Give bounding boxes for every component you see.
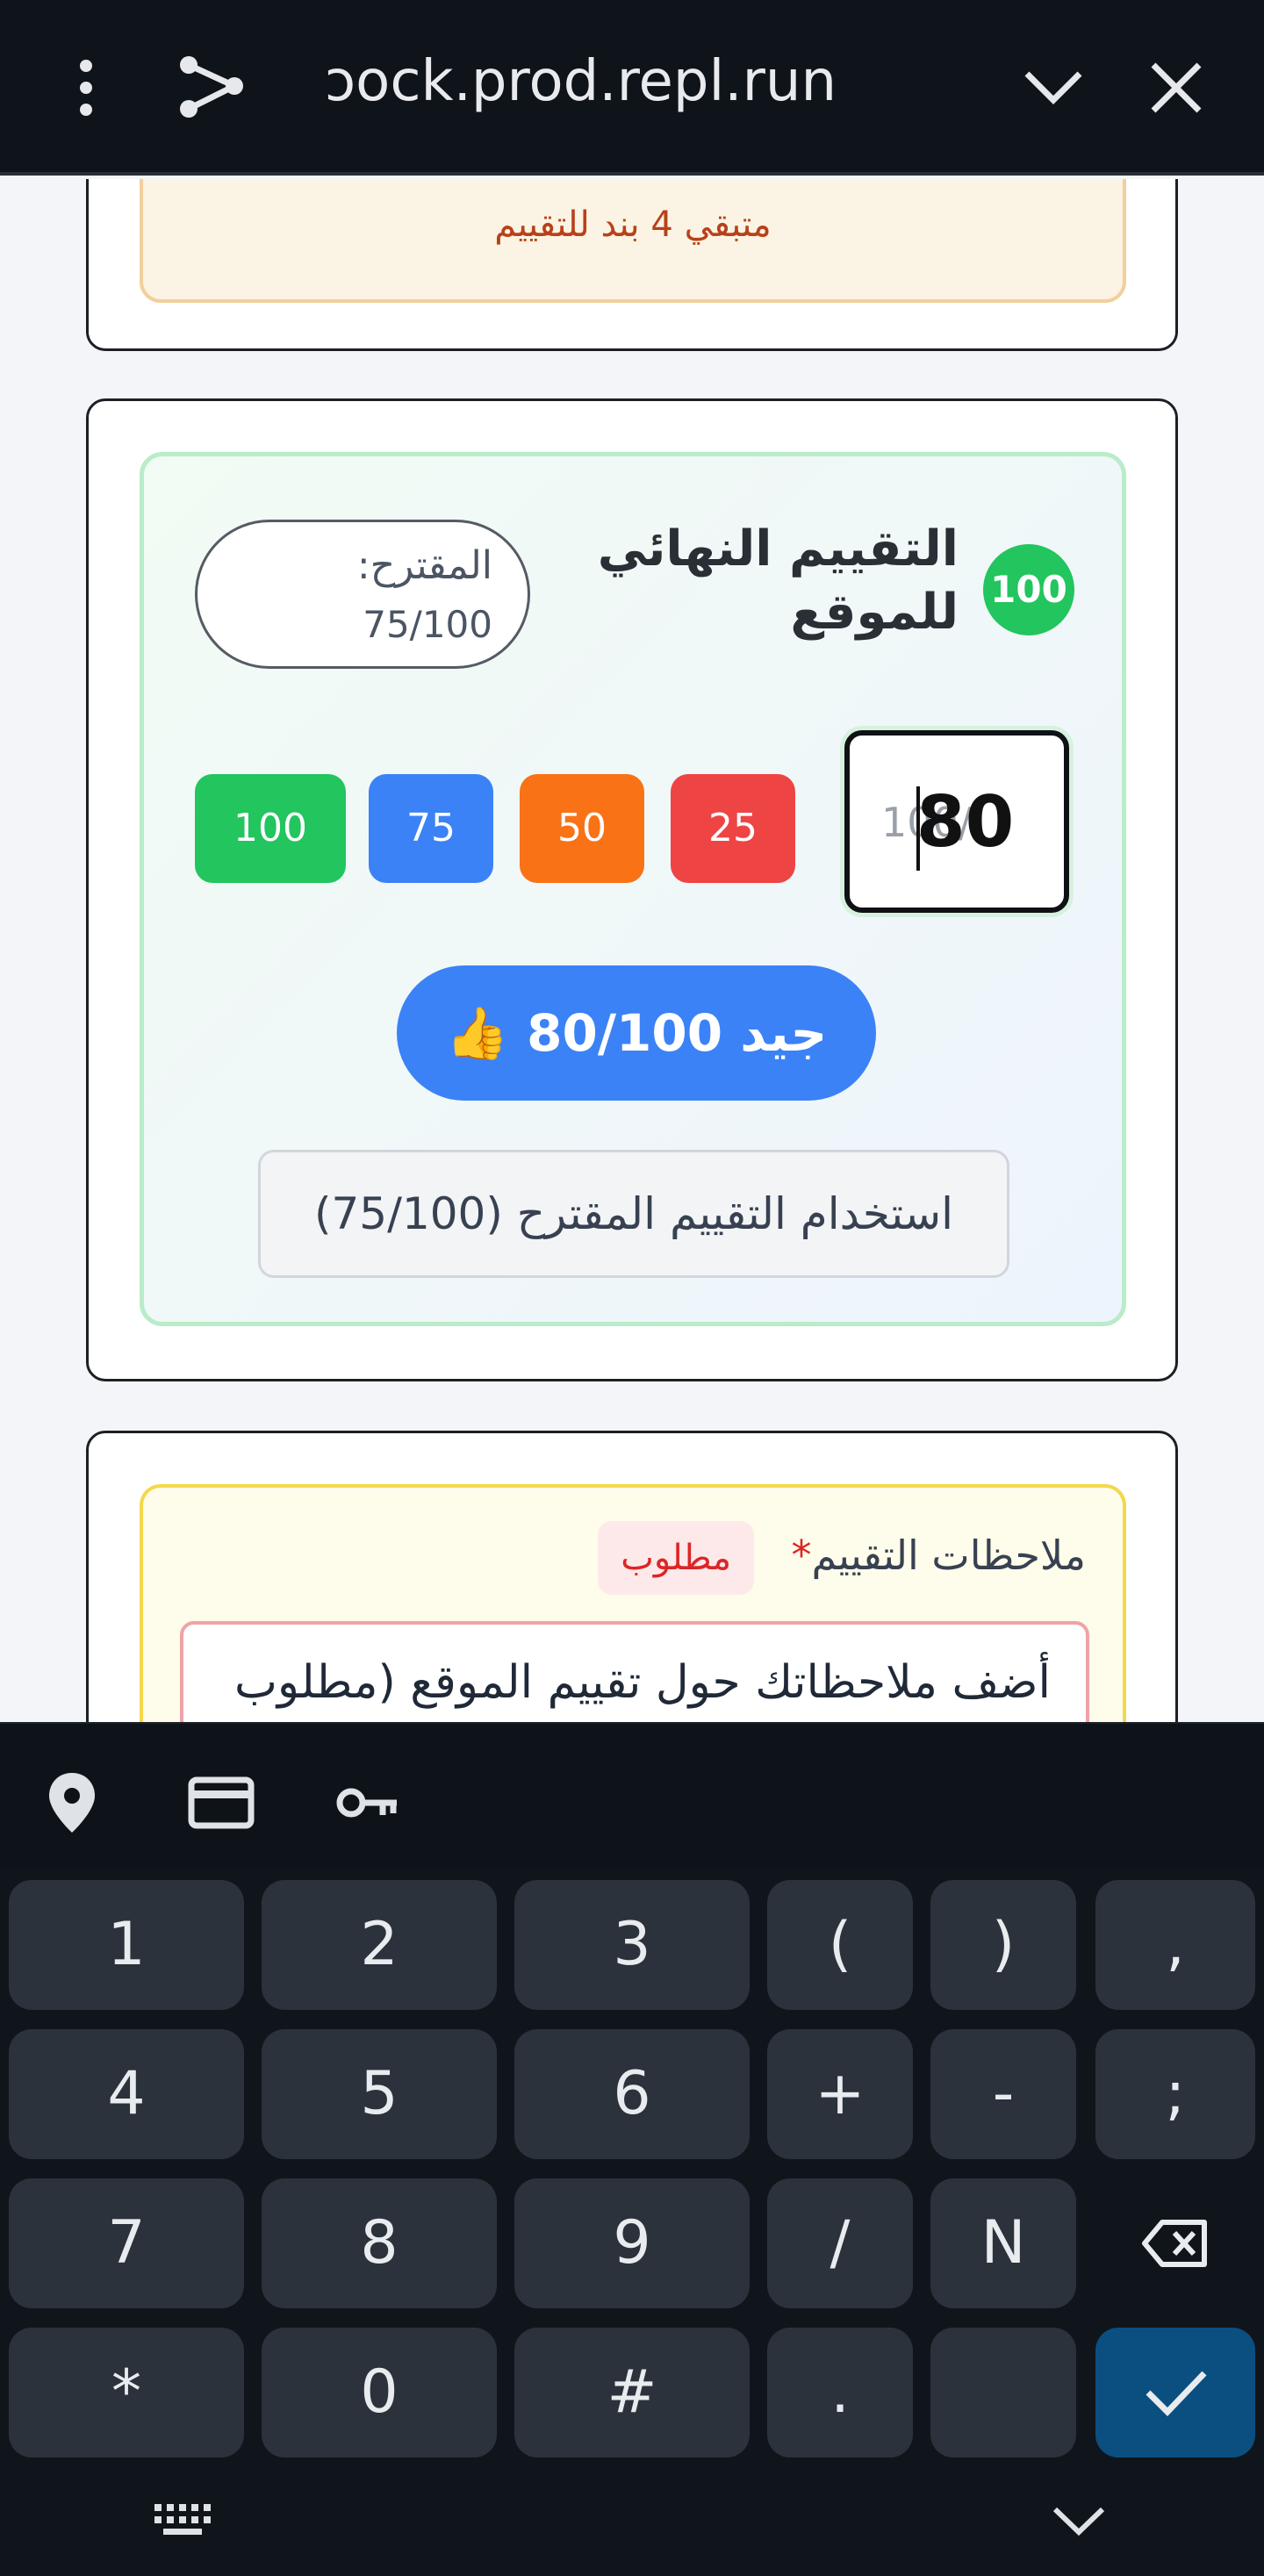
key-4[interactable]: 4: [9, 2029, 244, 2159]
on-screen-keyboard: 1 2 3 ( ) , 4 5 6 + - ; 7 8 9 / N * 0 # …: [0, 1722, 1264, 2576]
grade-badge: 100: [983, 544, 1074, 635]
notes-panel: ملاحظات التقييم* مطلوب أضف ملاحظاتك حول …: [140, 1484, 1126, 1722]
key-icon[interactable]: [332, 1768, 402, 1838]
remaining-items-alert: متبقي 4 بند للتقييم: [140, 179, 1126, 303]
key-5[interactable]: 5: [262, 2029, 497, 2159]
key-space[interactable]: [930, 2328, 1076, 2458]
overflow-menu-icon[interactable]: [70, 53, 102, 123]
required-star: *: [791, 1532, 812, 1579]
quick-grade-50-button[interactable]: 50: [520, 774, 644, 883]
key-1[interactable]: 1: [9, 1880, 244, 2010]
grade-result-badge: 👍 جيد 80/100: [397, 965, 876, 1101]
close-icon[interactable]: [1141, 53, 1211, 123]
browser-top-bar: ɔock.prod.repl.run: [0, 0, 1264, 176]
notes-textarea[interactable]: أضف ملاحظاتك حول تقييم الموقع (مطلوب: [180, 1621, 1089, 1722]
url-bar[interactable]: ɔock.prod.repl.run: [325, 42, 939, 121]
key-2[interactable]: 2: [262, 1880, 497, 2010]
key-7[interactable]: 7: [9, 2178, 244, 2308]
notes-card: ملاحظات التقييم* مطلوب أضف ملاحظاتك حول …: [86, 1431, 1178, 1722]
final-grade-title: التقييم النهائي للموقع: [597, 520, 959, 641]
final-grade-card: 100 التقييم النهائي للموقع المقترح: 75/1…: [86, 398, 1178, 1381]
key-n[interactable]: N: [930, 2178, 1076, 2308]
key-9[interactable]: 9: [514, 2178, 750, 2308]
key-0[interactable]: 0: [262, 2328, 497, 2458]
keyboard-bottom-bar: [0, 2472, 1264, 2576]
progress-card: متبقي 4 بند للتقييم: [86, 179, 1178, 351]
quick-grade-75-button[interactable]: 75: [369, 774, 493, 883]
key-semicolon[interactable]: ;: [1095, 2029, 1255, 2159]
backspace-icon: [1142, 2220, 1207, 2267]
remaining-items-text: متبقي 4 بند للتقييم: [494, 205, 772, 245]
suggested-grade-pill: المقترح: 75/100: [195, 520, 530, 669]
key-comma[interactable]: ,: [1095, 1880, 1255, 2010]
hide-keyboard-icon[interactable]: [1048, 2499, 1110, 2543]
grade-input[interactable]: 100/ 80: [844, 730, 1069, 913]
suggested-label: المقترح:: [356, 543, 492, 588]
notes-placeholder: أضف ملاحظاتك حول تقييم الموقع (مطلوب: [233, 1656, 1051, 1709]
keyboard-toolbar: [0, 1722, 1264, 1868]
quick-grade-100-button[interactable]: 100: [195, 774, 346, 883]
checkmark-icon: [1146, 2371, 1207, 2417]
done-key[interactable]: [1095, 2328, 1255, 2458]
grade-input-value: 80: [916, 781, 1015, 863]
backspace-key[interactable]: [1095, 2178, 1255, 2308]
notes-title: ملاحظات التقييم*: [791, 1532, 1086, 1579]
key-asterisk[interactable]: *: [9, 2328, 244, 2458]
key-period[interactable]: .: [767, 2328, 913, 2458]
key-slash[interactable]: /: [767, 2178, 913, 2308]
location-pin-icon[interactable]: [37, 1768, 107, 1838]
key-plus[interactable]: +: [767, 2029, 913, 2159]
quick-grade-25-button[interactable]: 25: [671, 774, 795, 883]
final-grade-panel: 100 التقييم النهائي للموقع المقترح: 75/1…: [140, 452, 1126, 1326]
keyboard-switch-icon[interactable]: [149, 2499, 219, 2543]
notes-title-text: ملاحظات التقييم: [811, 1532, 1086, 1579]
chevron-down-icon[interactable]: [1018, 53, 1088, 123]
page-content: متبقي 4 بند للتقييم 100 التقييم النهائي …: [0, 179, 1264, 1722]
share-icon[interactable]: [171, 46, 250, 125]
credit-card-icon[interactable]: [186, 1768, 256, 1838]
key-3[interactable]: 3: [514, 1880, 750, 2010]
suggested-value: 75/100: [363, 603, 492, 646]
key-6[interactable]: 6: [514, 2029, 750, 2159]
required-badge: مطلوب: [598, 1521, 754, 1595]
key-close-paren[interactable]: ): [930, 1880, 1076, 2010]
key-minus[interactable]: -: [930, 2029, 1076, 2159]
key-8[interactable]: 8: [262, 2178, 497, 2308]
key-hash[interactable]: #: [514, 2328, 750, 2458]
key-open-paren[interactable]: (: [767, 1880, 913, 2010]
use-suggested-grade-button[interactable]: استخدام التقييم المقترح (75/100): [258, 1150, 1009, 1278]
